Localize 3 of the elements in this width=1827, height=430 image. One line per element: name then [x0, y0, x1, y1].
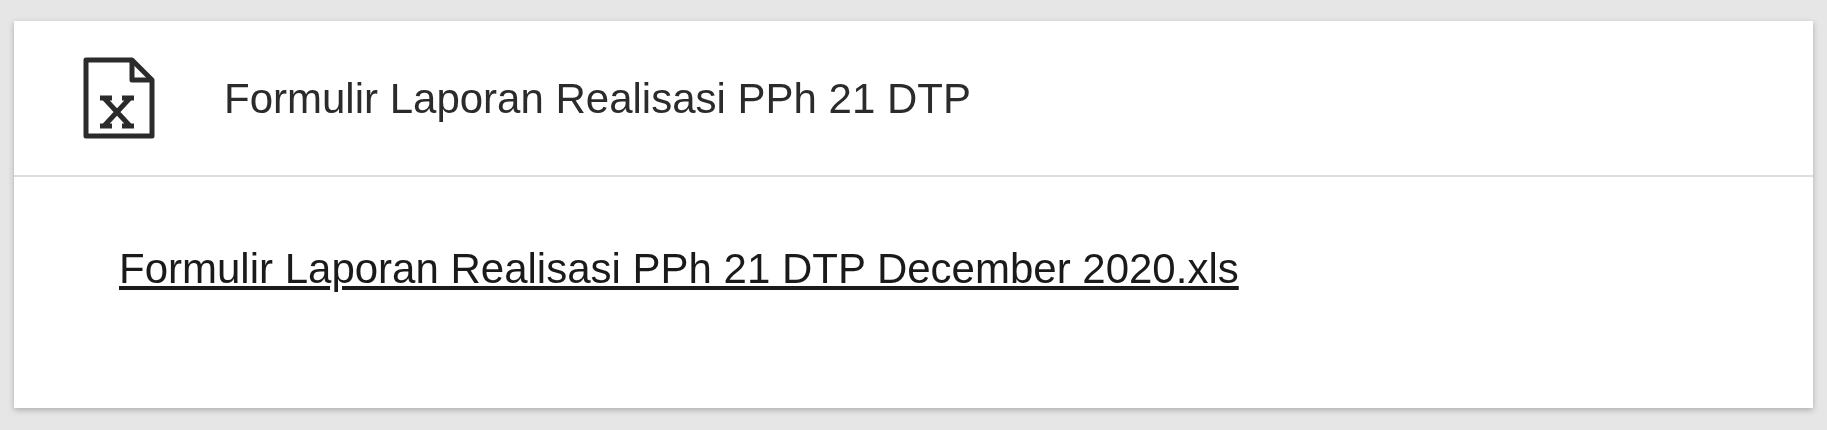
file-download-link[interactable]: Formulir Laporan Realisasi PPh 21 DTP December 2020.xls — [119, 237, 1239, 300]
card-title: Formulir Laporan Realisasi PPh 21 DTP — [224, 73, 971, 124]
spreadsheet-file-icon — [82, 56, 156, 140]
